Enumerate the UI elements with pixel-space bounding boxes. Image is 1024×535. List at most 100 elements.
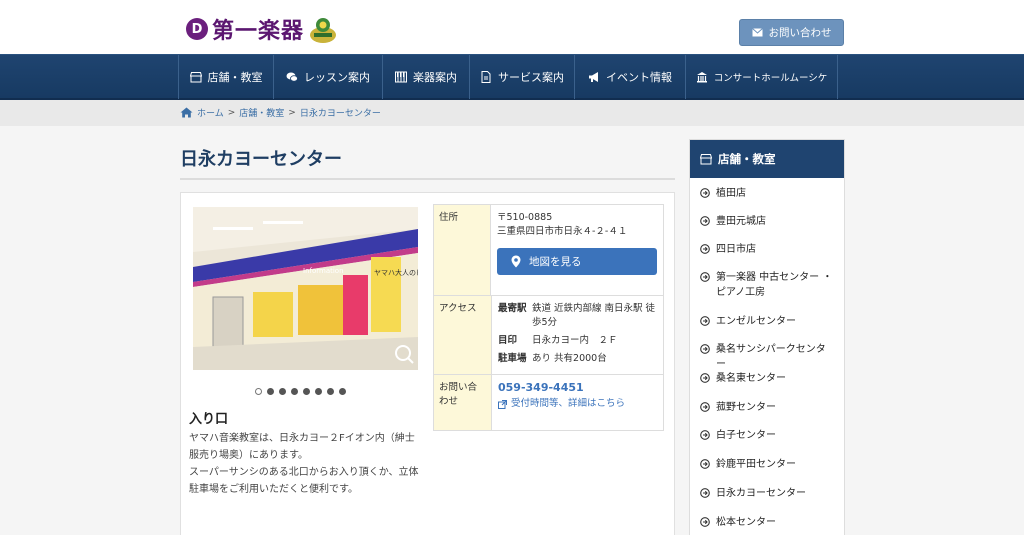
nav-item-instruments[interactable]: 楽器案内: [382, 55, 469, 99]
sidebar-item[interactable]: 日永カヨーセンター: [690, 486, 844, 501]
nav-item-events[interactable]: イベント情報: [574, 55, 685, 99]
nav-item-label: コンサートホールムーシケ: [713, 73, 828, 84]
nav-item-services[interactable]: サービス案内: [469, 55, 574, 99]
store-icon: [700, 154, 712, 165]
gallery-photo[interactable]: ヤマハ大人のピアノレッスン Information: [193, 207, 418, 370]
mail-icon: [751, 28, 763, 37]
nav-item-label: 店舗・教室: [207, 71, 263, 84]
circle-arrow-icon: [700, 517, 710, 527]
sidebar: 店舗・教室 植田店豊田元城店四日市店第一楽器 中古センター ・ ピアノ工房エンゼ…: [689, 139, 845, 535]
sidebar-item[interactable]: 菰野センター: [690, 400, 844, 415]
photo-information-sign: Information: [303, 267, 344, 275]
store-icon: [189, 72, 202, 83]
nav-item-concert-hall[interactable]: コンサートホールムーシケ: [685, 55, 838, 99]
contact-button-label: お問い合わせ: [768, 27, 832, 39]
station-text: 鉄道 近鉄内部線 南日永駅 徒歩5分: [532, 303, 656, 328]
sidebar-item[interactable]: 桑名サンシパークセンター: [690, 342, 844, 372]
breadcrumb-home-link[interactable]: ホーム: [197, 106, 224, 119]
nav-item-lessons[interactable]: レッスン案内: [273, 55, 382, 99]
document-icon: [481, 71, 491, 83]
anniversary-emblem-icon: [310, 18, 337, 43]
sidebar-item[interactable]: 桑名東センター: [690, 371, 844, 386]
sidebar-item-label: 第一楽器 中古センター ・ ピアノ工房: [716, 272, 833, 298]
sidebar-item[interactable]: 豊田元城店: [690, 214, 844, 229]
breadcrumb-separator: >: [288, 107, 296, 118]
sidebar-header: 店舗・教室: [690, 140, 844, 178]
sidebar-item[interactable]: 第一楽器 中古センター ・ ピアノ工房: [690, 270, 844, 300]
circle-arrow-icon: [700, 344, 710, 354]
logo-text: 第一楽器: [212, 18, 305, 44]
nav-item-label: イベント情報: [606, 71, 672, 84]
breadcrumb-section-link[interactable]: 店舗・教室: [239, 106, 284, 119]
map-button-label: 地図を見る: [529, 255, 582, 268]
store-info-table: 住所 〒510-0885 三重県四日市市日永４-２-４１ 地図を見る アクセス …: [433, 204, 664, 431]
circle-arrow-icon: [700, 316, 710, 326]
sidebar-item-label: 豊田元城店: [716, 216, 766, 227]
photo-caption-title: 入り口: [189, 412, 229, 427]
home-icon[interactable]: [180, 107, 193, 118]
gallery-dot[interactable]: [339, 388, 346, 395]
sidebar-item-label: 日永カヨーセンター: [716, 488, 806, 499]
circle-arrow-icon: [700, 272, 710, 282]
sidebar-item-label: 菰野センター: [716, 402, 776, 413]
circle-arrow-icon: [700, 216, 710, 226]
postal-code: 〒510-0885: [497, 212, 553, 223]
landmark-text: 日永カヨー内 ２Ｆ: [532, 335, 618, 346]
contact-button[interactable]: お問い合わせ: [739, 19, 844, 46]
address-label: 住所: [434, 205, 491, 295]
site-logo[interactable]: D 第一楽器: [186, 12, 338, 46]
sidebar-item[interactable]: エンゼルセンター: [690, 314, 844, 329]
sidebar-item[interactable]: 松本センター: [690, 515, 844, 530]
breadcrumb-bar: ホーム > 店舗・教室 > 日永カヨーセンター: [0, 100, 1024, 126]
megaphone-icon: [589, 72, 598, 82]
parking-label: 駐車場: [498, 353, 527, 364]
logo-mark-icon: D: [186, 18, 208, 40]
gallery-dot[interactable]: [327, 388, 334, 395]
sidebar-item[interactable]: 鈴鹿平田センター: [690, 457, 844, 472]
circle-arrow-icon: [700, 430, 710, 440]
page-title: 日永カヨーセンター: [180, 149, 342, 170]
site-header: D 第一楽器 お問い合わせ: [0, 0, 1024, 54]
hours-link[interactable]: 受付時間等、詳細はこちら: [498, 397, 657, 411]
map-button[interactable]: 地図を見る: [497, 248, 657, 275]
chat-icon: [286, 72, 298, 82]
entrance-photo: ヤマハ大人のピアノレッスン Information: [193, 207, 418, 370]
address-row: 住所 〒510-0885 三重県四日市市日永４-２-４１ 地図を見る: [434, 205, 663, 296]
sidebar-item-label: 桑名東センター: [716, 373, 786, 384]
circle-arrow-icon: [700, 373, 710, 383]
landmark-label: 目印: [498, 335, 518, 346]
nav-item-stores[interactable]: 店舗・教室: [178, 55, 273, 99]
main-nav: 店舗・教室 レッスン案内 楽器案内 サービス案内 イベント情報 コンサートホール…: [0, 54, 1024, 100]
sidebar-item[interactable]: 白子センター: [690, 428, 844, 443]
hall-icon: [696, 72, 707, 83]
phone-number[interactable]: 059-349-4451: [498, 381, 657, 395]
gallery-dot[interactable]: [279, 388, 286, 395]
gallery-dot[interactable]: [303, 388, 310, 395]
caption-line: スーパーサンシのある北口からお入り頂くか、立体駐車場をご利用いただくと便利です。: [189, 467, 419, 495]
sidebar-item[interactable]: 植田店: [690, 186, 844, 201]
title-divider: [180, 178, 675, 180]
sidebar-item-label: エンゼルセンター: [716, 316, 796, 327]
sidebar-item[interactable]: 四日市店: [690, 242, 844, 257]
gallery-dot[interactable]: [315, 388, 322, 395]
circle-arrow-icon: [700, 402, 710, 412]
sidebar-title: 店舗・教室: [718, 152, 776, 166]
circle-arrow-icon: [700, 459, 710, 469]
gallery-dot[interactable]: [255, 388, 262, 395]
contact-label: お問い合わせ: [434, 375, 492, 430]
access-label: アクセス: [434, 296, 492, 374]
breadcrumb-separator: >: [227, 107, 236, 118]
breadcrumb-current: 日永カヨーセンター: [299, 109, 381, 119]
circle-arrow-icon: [700, 488, 710, 498]
photo-sign-text: ヤマハ大人のピアノレッスン: [374, 268, 418, 277]
access-row: アクセス 最寄駅 鉄道 近鉄内部線 南日永駅 徒歩5分 目印 日永カヨー内 ２Ｆ…: [434, 296, 663, 375]
sidebar-item-label: 松本センター: [716, 517, 776, 528]
sidebar-item-label: 白子センター: [716, 430, 776, 441]
nav-item-label: 楽器案内: [413, 71, 457, 84]
contact-row: お問い合わせ 059-349-4451 受付時間等、詳細はこちら: [434, 375, 663, 430]
parking-text: あり 共有2000台: [532, 353, 607, 364]
gallery-dot[interactable]: [291, 388, 298, 395]
caption-line: ヤマハ音楽教室は、日永カヨー２Fイオン内（紳士服売り場奥）にあります。: [189, 433, 415, 461]
gallery-dot[interactable]: [267, 388, 274, 395]
nav-item-label: レッスン案内: [304, 71, 370, 84]
